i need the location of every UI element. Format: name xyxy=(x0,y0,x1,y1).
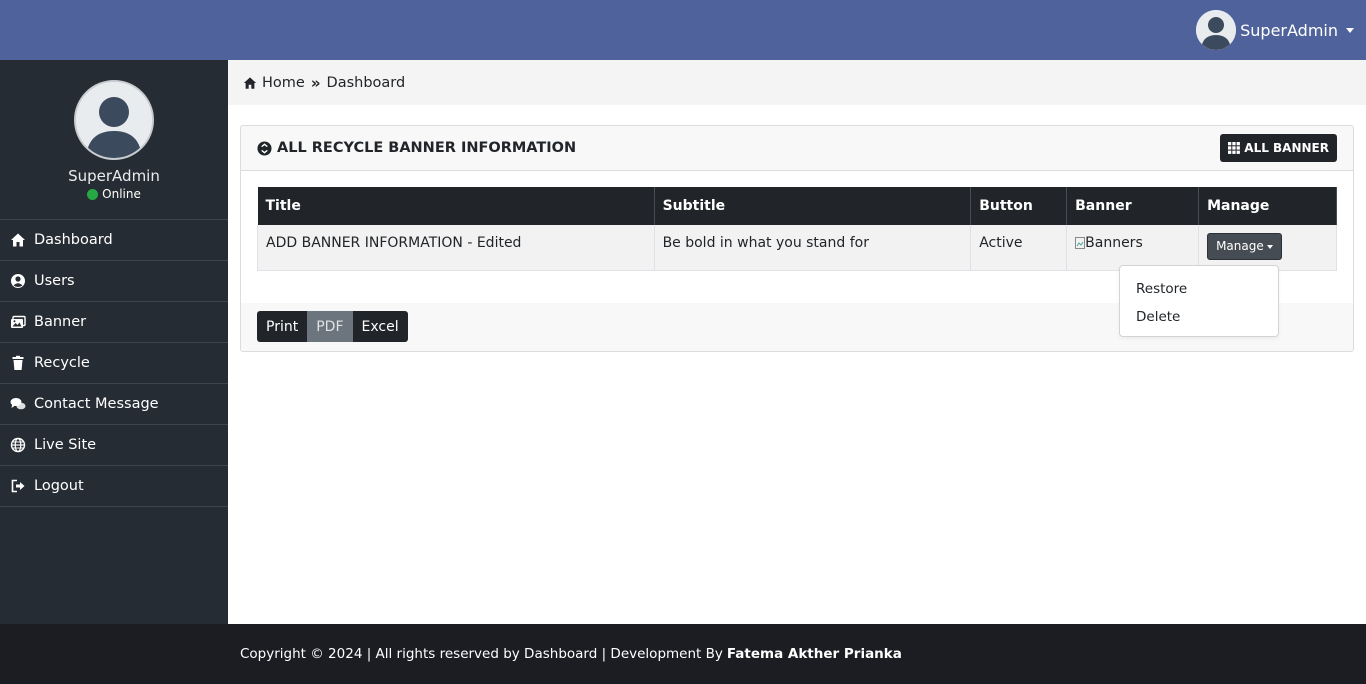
user-circle-icon xyxy=(11,274,25,288)
print-button[interactable]: Print xyxy=(257,311,308,342)
card-header: ALL RECYCLE BANNER INFORMATION ALL BANNE… xyxy=(241,126,1353,171)
footer-copyright: Copyright © 2024 | All rights reserved b… xyxy=(240,646,723,662)
manage-dropdown-button[interactable]: Manage xyxy=(1207,233,1282,260)
all-banner-label: ALL BANNER xyxy=(1244,141,1329,155)
sidebar-item-live-site[interactable]: Live Site xyxy=(0,425,228,466)
main-content: Home » Dashboard ALL RECYCLE BANNER INFO… xyxy=(228,60,1366,624)
grid-icon xyxy=(1228,142,1241,154)
sidebar-item-banner[interactable]: Banner xyxy=(0,302,228,343)
home-icon xyxy=(11,233,25,247)
column-header-manage: Manage xyxy=(1198,187,1337,225)
excel-button[interactable]: Excel xyxy=(352,311,408,342)
pdf-button[interactable]: PDF xyxy=(307,311,353,342)
sidebar-profile: SuperAdmin Online xyxy=(0,60,228,220)
column-header-subtitle: Subtitle xyxy=(654,187,972,225)
breadcrumb: Home » Dashboard xyxy=(228,60,1366,105)
dropdown-item-delete[interactable]: Delete xyxy=(1120,303,1278,331)
user-menu-dropdown[interactable]: SuperAdmin xyxy=(1196,9,1354,51)
page-footer: Copyright © 2024 | All rights reserved b… xyxy=(0,624,1366,684)
sidebar-item-label: Dashboard xyxy=(34,232,113,248)
user-avatar xyxy=(1196,10,1237,50)
card-title-text: ALL RECYCLE BANNER INFORMATION xyxy=(277,140,577,156)
sidebar-item-logout[interactable]: Logout xyxy=(0,466,228,507)
cell-banner: Banners xyxy=(1066,225,1200,271)
footer-author: Fatema Akther Prianka xyxy=(726,646,902,662)
banner-image-alt: Banners xyxy=(1085,235,1143,251)
sidebar-item-label: Users xyxy=(34,273,75,289)
status-text: Online xyxy=(102,187,141,201)
profile-avatar xyxy=(74,80,154,160)
recycle-banner-table: Title Subtitle Button Banner Manage ADD … xyxy=(257,187,1337,271)
manage-dropdown-menu: Restore Delete xyxy=(1119,265,1279,337)
manage-button-label: Manage xyxy=(1216,239,1264,253)
column-header-title: Title xyxy=(257,187,655,225)
user-menu-name: SuperAdmin xyxy=(1240,20,1338,40)
sidebar: SuperAdmin Online Dashboard Users Banner… xyxy=(0,60,228,624)
sidebar-item-dashboard[interactable]: Dashboard xyxy=(0,220,228,261)
online-status-icon xyxy=(87,188,99,200)
breadcrumb-home-link[interactable]: Home xyxy=(262,75,305,91)
profile-status: Online xyxy=(0,187,228,201)
cell-subtitle: Be bold in what you stand for xyxy=(654,225,972,271)
double-chevron-right-icon: » xyxy=(310,73,321,92)
sign-out-icon xyxy=(11,479,25,493)
dropdown-item-restore[interactable]: Restore xyxy=(1120,275,1278,303)
cell-button-status: Active xyxy=(970,225,1068,271)
cell-manage: Manage xyxy=(1198,225,1337,271)
globe-icon xyxy=(10,437,26,453)
sidebar-item-contact-message[interactable]: Contact Message xyxy=(0,384,228,425)
top-navbar: SuperAdmin xyxy=(0,0,1366,60)
sidebar-item-label: Recycle xyxy=(34,355,90,371)
caret-down-icon xyxy=(1266,244,1273,249)
table-row: ADD BANNER INFORMATION - Edited Be bold … xyxy=(257,225,1337,271)
recycle-icon xyxy=(257,140,272,156)
column-header-button: Button xyxy=(970,187,1068,225)
sidebar-item-users[interactable]: Users xyxy=(0,261,228,302)
profile-name: SuperAdmin xyxy=(68,167,160,185)
breadcrumb-current: Dashboard xyxy=(326,74,406,91)
sidebar-item-label: Banner xyxy=(34,314,87,330)
all-banner-button[interactable]: ALL BANNER xyxy=(1220,134,1337,162)
banner-image-placeholder: Banners xyxy=(1075,235,1143,251)
sidebar-item-label: Logout xyxy=(34,478,84,494)
cell-title: ADD BANNER INFORMATION - Edited xyxy=(257,225,655,271)
images-icon xyxy=(11,315,26,328)
column-header-banner: Banner xyxy=(1066,187,1200,225)
sidebar-item-recycle[interactable]: Recycle xyxy=(0,343,228,384)
sidebar-item-label: Live Site xyxy=(34,437,97,453)
comments-icon xyxy=(10,398,26,410)
table-header-row: Title Subtitle Button Banner Manage xyxy=(257,187,1337,225)
export-button-group: Print PDF Excel xyxy=(257,311,408,342)
home-icon xyxy=(243,76,257,89)
broken-image-icon xyxy=(1075,237,1086,249)
chevron-down-icon xyxy=(1346,27,1354,33)
card-title: ALL RECYCLE BANNER INFORMATION xyxy=(257,140,576,156)
sidebar-item-label: Contact Message xyxy=(34,396,159,412)
trash-icon xyxy=(12,355,24,370)
